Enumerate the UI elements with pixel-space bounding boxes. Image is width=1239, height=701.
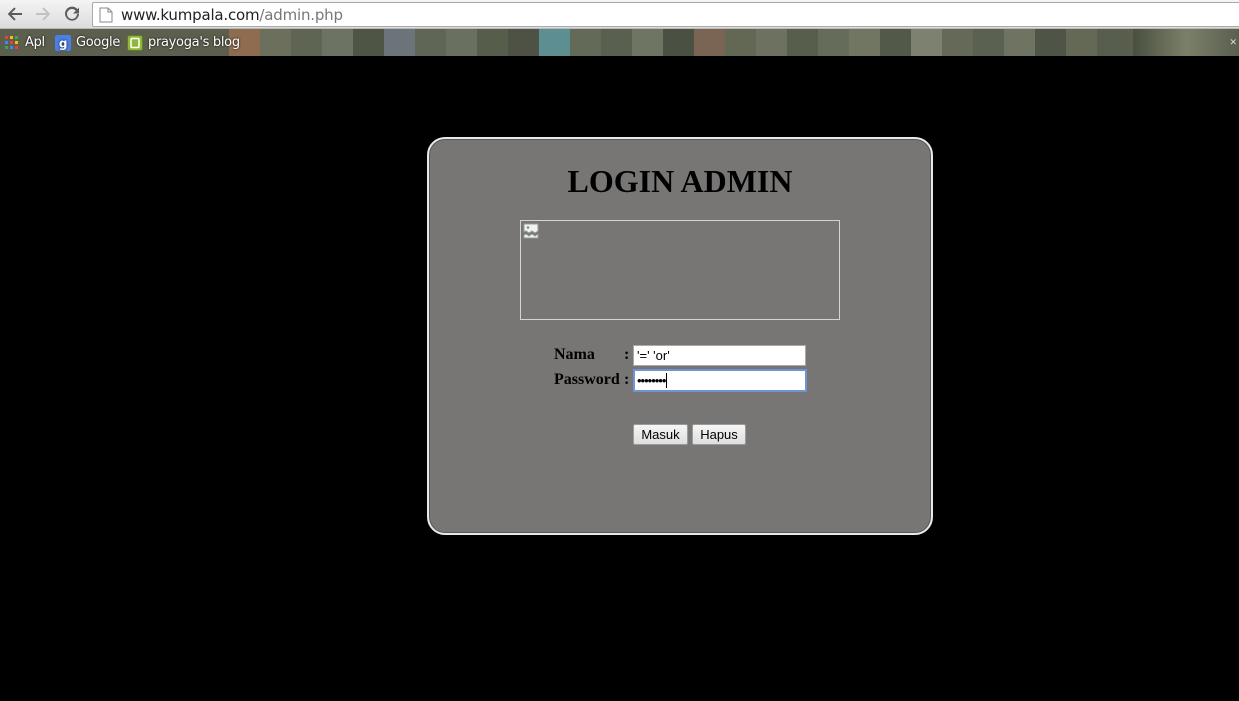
- forward-arrow-icon[interactable]: [32, 3, 54, 25]
- blog-icon: [127, 34, 143, 51]
- name-label: Nama: [554, 346, 595, 363]
- password-input[interactable]: ••••••••: [633, 369, 807, 392]
- bookmarks-background-tail: [1133, 29, 1239, 56]
- bookmark-apps[interactable]: Apl: [4, 33, 45, 52]
- broken-image-icon: [523, 223, 539, 239]
- apps-grid-icon: [5, 35, 18, 49]
- submit-button[interactable]: Masuk: [633, 424, 688, 445]
- text-caret: [666, 373, 668, 388]
- back-arrow-icon[interactable]: [4, 3, 26, 25]
- google-icon: g: [55, 34, 71, 51]
- password-colon: :: [624, 371, 630, 388]
- url-host: www.kumpala.com: [121, 5, 260, 24]
- bookmark-label: prayoga's blog: [148, 35, 240, 50]
- svg-text:g: g: [59, 36, 67, 50]
- password-input-value: ••••••••: [637, 373, 666, 388]
- url-path: /admin.php: [259, 5, 343, 24]
- close-icon[interactable]: ✕: [1229, 37, 1237, 48]
- password-label: Password: [554, 371, 620, 388]
- login-panel: LOGIN ADMIN Nama : '=' 'or' Password : •…: [427, 137, 933, 535]
- reset-button[interactable]: Hapus: [692, 424, 746, 445]
- page-icon: [99, 7, 113, 22]
- name-input-value: '=' 'or': [637, 348, 670, 363]
- bookmark-label: Apl: [25, 35, 45, 50]
- bookmark-google[interactable]: g Google: [55, 33, 120, 52]
- page-title: LOGIN ADMIN: [567, 163, 793, 199]
- bookmarks-bar: Apl g Google prayoga's blog ✕: [0, 29, 1239, 56]
- bookmark-label: Google: [76, 35, 121, 50]
- name-colon: :: [624, 346, 630, 363]
- address-bar[interactable]: www.kumpala.com/admin.php: [92, 2, 1239, 27]
- banner-image: [520, 220, 840, 320]
- name-input[interactable]: '=' 'or': [633, 345, 806, 366]
- browser-toolbar: www.kumpala.com/admin.php: [0, 0, 1239, 29]
- bookmark-prayoga-blog[interactable]: prayoga's blog: [127, 33, 240, 52]
- bookmarks-background: [229, 29, 1128, 56]
- reload-icon[interactable]: [61, 3, 83, 25]
